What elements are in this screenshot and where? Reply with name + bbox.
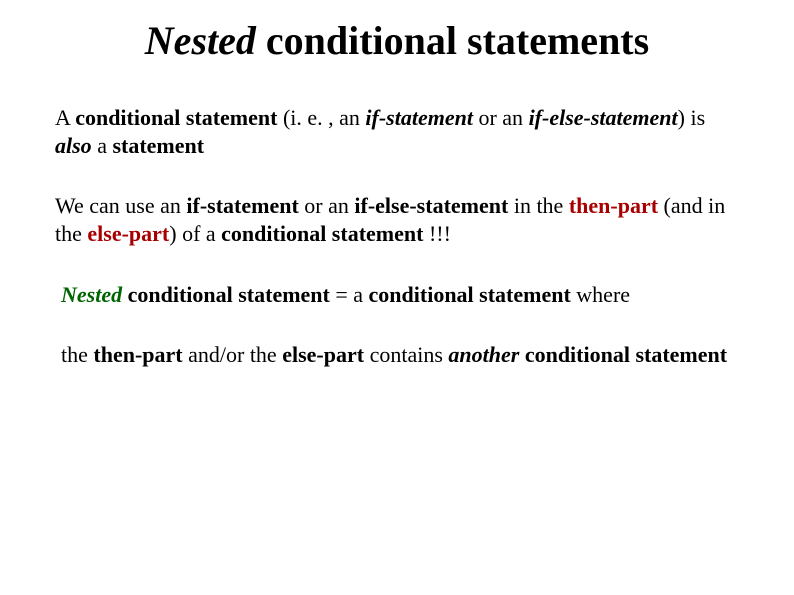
text: A (55, 105, 75, 130)
term-conditional-statement: conditional statement (75, 105, 277, 130)
paragraph-2: We can use an if-statement or an if-else… (55, 192, 739, 248)
term-nested: Nested (61, 282, 122, 307)
term-conditional-statement: conditional statement (369, 282, 571, 307)
text: and/or the (183, 342, 283, 367)
paragraph-3: Nested conditional statement = a conditi… (55, 281, 739, 309)
text: ) of a (169, 221, 221, 246)
term-else-part: else-part (282, 342, 364, 367)
term-if-else-statement: if-else-statement (529, 105, 678, 130)
text: a (92, 133, 113, 158)
text-also: also (55, 133, 92, 158)
term-statement: statement (112, 133, 204, 158)
term-another: another (448, 342, 519, 367)
title-word-nested: Nested (145, 18, 256, 63)
text: !!! (423, 221, 450, 246)
text: or an (473, 105, 529, 130)
term-conditional-statement: conditional statement (221, 221, 423, 246)
title-rest: conditional statements (256, 18, 649, 63)
text: or an (299, 193, 355, 218)
text: in the (508, 193, 569, 218)
slide: Nested conditional statements A conditio… (0, 0, 794, 595)
text: We can use an (55, 193, 186, 218)
term-else-part: else-part (87, 221, 169, 246)
slide-title: Nested conditional statements (55, 18, 739, 64)
term-conditional-statement: conditional statement (122, 282, 330, 307)
text: ) is (678, 105, 706, 130)
slide-body: A conditional statement (i. e. , an if-s… (55, 104, 739, 369)
term-if-statement: if-statement (365, 105, 473, 130)
text: (i. e. , an (277, 105, 365, 130)
text: contains (364, 342, 448, 367)
paragraph-4: the then-part and/or the else-part conta… (55, 341, 739, 369)
paragraph-1: A conditional statement (i. e. , an if-s… (55, 104, 739, 160)
term-if-else-statement: if-else-statement (354, 193, 508, 218)
text: where (571, 282, 630, 307)
term-conditional-statement: conditional statement (519, 342, 727, 367)
text: = a (330, 282, 369, 307)
term-if-statement: if-statement (186, 193, 298, 218)
term-then-part: then-part (569, 193, 658, 218)
term-then-part: then-part (93, 342, 182, 367)
text: the (61, 342, 93, 367)
